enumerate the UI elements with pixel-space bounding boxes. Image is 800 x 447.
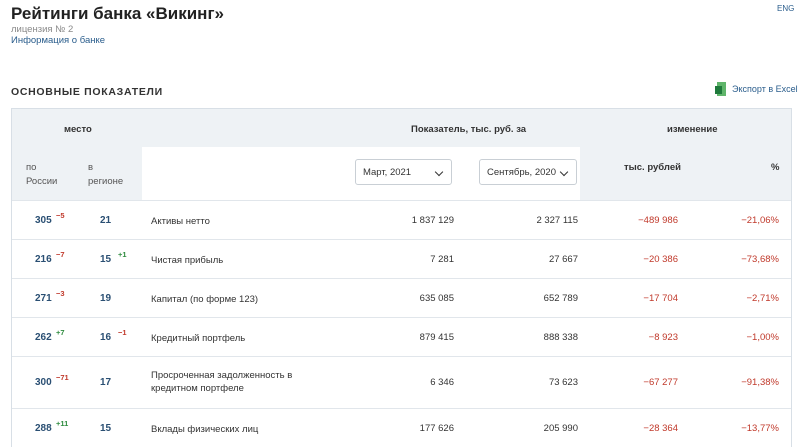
change-abs: −20 386: [643, 254, 678, 265]
value-period2: 652 789: [543, 293, 578, 304]
header-change-abs: тыс. рублей: [624, 162, 681, 173]
table-row: 300 −71 17 Просроченная задолженность в кре…: [12, 356, 791, 408]
license-number: лицензия № 2: [11, 24, 74, 35]
russia-rank: 300: [35, 377, 52, 388]
export-excel-button[interactable]: Экспорт в Excel: [715, 82, 798, 96]
russia-rank-delta: +11: [56, 419, 69, 428]
chevron-down-icon: [434, 167, 444, 177]
russia-rank: 271: [35, 293, 52, 304]
region-rank: 19: [100, 293, 112, 304]
russia-rank-delta: −5: [56, 211, 65, 220]
change-abs: −8 923: [648, 332, 678, 343]
change-pct: −2,71%: [746, 293, 780, 304]
indicator-name: Просроченная задолженность в кредитном п…: [151, 370, 293, 394]
russia-rank-delta: −7: [56, 250, 65, 259]
table-row: 305 −5 21 Активы нетто 1 837 129 2 327 115 −48…: [12, 200, 791, 239]
change-abs: −28 364: [643, 423, 678, 434]
change-abs: −67 277: [643, 377, 678, 388]
region-rank: 16: [100, 332, 112, 343]
value-period1: 879 415: [419, 332, 454, 343]
export-excel-label: Экспорт в Excel: [732, 84, 798, 94]
table-row: 262 +7 16 −1 Кредитный портфель 879 415 888 33…: [12, 317, 791, 356]
indicator-name: Чистая прибыль: [151, 255, 224, 266]
page-title: Рейтинги банка «Викинг»: [11, 4, 224, 23]
region-rank: 15: [100, 254, 112, 265]
indicator-name: Капитал (по форме 123): [151, 294, 259, 305]
value-period2: 205 990: [543, 423, 578, 434]
chevron-down-icon: [559, 167, 569, 177]
russia-rank-delta: −71: [56, 373, 69, 382]
change-pct: −21,06%: [741, 215, 779, 226]
russia-rank: 216: [35, 254, 52, 265]
change-pct: −91,38%: [741, 377, 779, 388]
value-period1: 6 346: [430, 377, 454, 388]
region-rank-delta: +1: [118, 250, 127, 259]
bank-info-link[interactable]: Информация о банке: [11, 35, 105, 46]
region-rank: 15: [100, 423, 112, 434]
excel-icon: [715, 82, 726, 96]
value-period1: 1 837 129: [411, 215, 454, 226]
value-period1: 7 281: [430, 254, 454, 265]
period2-value: Сентябрь, 2020: [487, 166, 556, 178]
change-pct: −13,77%: [741, 423, 779, 434]
header-change: изменение: [667, 124, 718, 135]
russia-rank: 288: [35, 423, 52, 434]
russia-rank-delta: −3: [56, 289, 65, 298]
change-pct: −1,00%: [746, 332, 780, 343]
region-rank: 21: [100, 215, 112, 226]
value-period2: 27 667: [548, 254, 578, 265]
russia-rank: 262: [35, 332, 52, 343]
value-period1: 177 626: [419, 423, 454, 434]
change-pct: −73,68%: [741, 254, 779, 265]
table-header: [12, 109, 791, 200]
value-period1: 635 085: [419, 293, 454, 304]
period1-select[interactable]: Март, 2021: [355, 159, 452, 185]
indicator-name: Вклады физических лиц: [151, 424, 259, 435]
value-period2: 888 338: [543, 332, 578, 343]
change-abs: −17 704: [643, 293, 678, 304]
table-row: 288 +11 15 Вклады физических лиц 177 626 205 …: [12, 408, 791, 447]
period1-value: Март, 2021: [363, 166, 412, 178]
table-row: 216 −7 15 +1 Чистая прибыль 7 281 27 667 −20 38…: [12, 239, 791, 278]
header-region: в регионе: [88, 162, 124, 187]
change-abs: −489 986: [638, 215, 678, 226]
russia-rank: 305: [35, 215, 52, 226]
header-place: место: [64, 124, 92, 135]
region-rank: 17: [100, 377, 112, 388]
value-period2: 2 327 115: [536, 215, 578, 226]
indicators-table: место по России в регионе Показатель, ты…: [11, 108, 792, 447]
header-change-pct: %: [771, 162, 780, 173]
table-row: 271 −3 19 Капитал (по форме 123) 635 085 652 …: [12, 278, 791, 317]
indicator-name: Активы нетто: [151, 216, 210, 227]
russia-rank-delta: +7: [56, 328, 65, 337]
language-switch-link[interactable]: ENG: [777, 4, 794, 13]
section-title: ОСНОВНЫЕ ПОКАЗАТЕЛИ: [11, 86, 163, 98]
indicator-name: Кредитный портфель: [151, 333, 246, 344]
period2-select[interactable]: Сентябрь, 2020: [479, 159, 577, 185]
region-rank-delta: −1: [118, 328, 127, 337]
value-period2: 73 623: [548, 377, 578, 388]
header-indicator: Показатель, тыс. руб. за: [411, 124, 527, 135]
header-russia: по России: [26, 162, 58, 187]
